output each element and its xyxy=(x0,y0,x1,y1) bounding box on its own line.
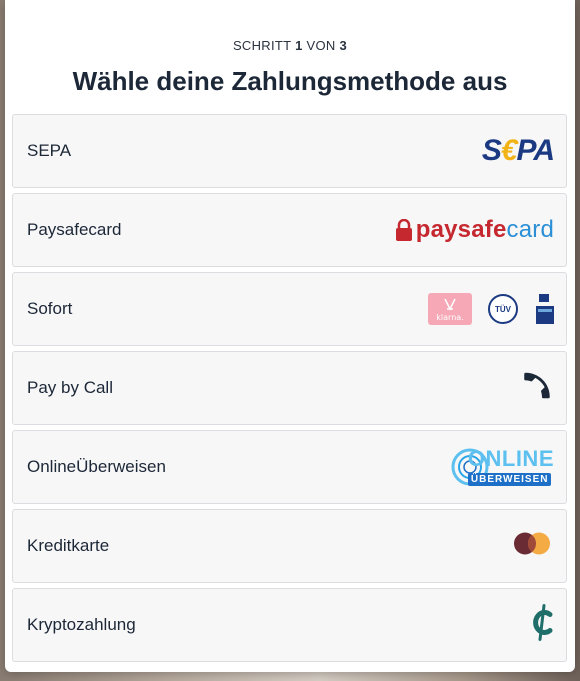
step-indicator: SCHRITT 1 VON 3 xyxy=(5,38,575,53)
payment-option-kryptozahlung[interactable]: Kryptozahlung xyxy=(12,588,567,662)
paysafecard-logo: paysafecard xyxy=(395,216,554,244)
step-prefix: SCHRITT xyxy=(232,38,296,53)
page-title: Wähle deine Zahlungsmethode aus xyxy=(72,66,508,96)
option-label-kryptozahlung: Kryptozahlung xyxy=(27,615,136,634)
online-ueberweisen-logo: ONLINE ÜBERWEISEN xyxy=(450,447,554,487)
payment-option-sofort[interactable]: Sofort klarna. TÜV xyxy=(12,272,567,346)
sofort-logos: klarna. TÜV xyxy=(428,293,554,325)
option-label-kreditkarte: Kreditkarte xyxy=(27,536,110,555)
crypto-icon xyxy=(530,603,554,648)
payment-options-list: SEPA S€PA Paysafecard paysafecard Sofort xyxy=(12,114,567,667)
option-label-online-ueberweisen: OnlineÜberweisen xyxy=(27,457,166,476)
payment-option-pay-by-call[interactable]: Pay by Call xyxy=(12,351,567,425)
option-label-pay-by-call: Pay by Call xyxy=(27,378,113,397)
step-total: 3 xyxy=(339,38,348,53)
step-current: 1 xyxy=(295,38,303,53)
option-label-sepa: SEPA xyxy=(27,141,72,160)
payment-option-online-ueberweisen[interactable]: OnlineÜberweisen ONLINE ÜBERWEISEN xyxy=(12,430,567,504)
option-label-paysafecard: Paysafecard xyxy=(27,220,122,239)
lock-icon xyxy=(395,219,412,241)
option-label-sofort: Sofort xyxy=(27,299,73,318)
step-mid: VON xyxy=(302,38,340,53)
klarna-badge: klarna. xyxy=(428,293,472,325)
certification-badge-icon xyxy=(534,294,554,324)
sepa-logo: S€PA xyxy=(481,134,555,167)
payment-option-kreditkarte[interactable]: Kreditkarte xyxy=(12,509,567,583)
mastercard-icon xyxy=(510,531,554,562)
payment-option-sepa[interactable]: SEPA S€PA xyxy=(12,114,567,188)
tuv-seal-icon: TÜV xyxy=(488,294,518,324)
phone-icon xyxy=(520,369,554,408)
payment-method-dialog: SCHRITT 1 VON 3 Wähle deine Zahlungsmeth… xyxy=(5,0,575,672)
payment-option-paysafecard[interactable]: Paysafecard paysafecard xyxy=(12,193,567,267)
